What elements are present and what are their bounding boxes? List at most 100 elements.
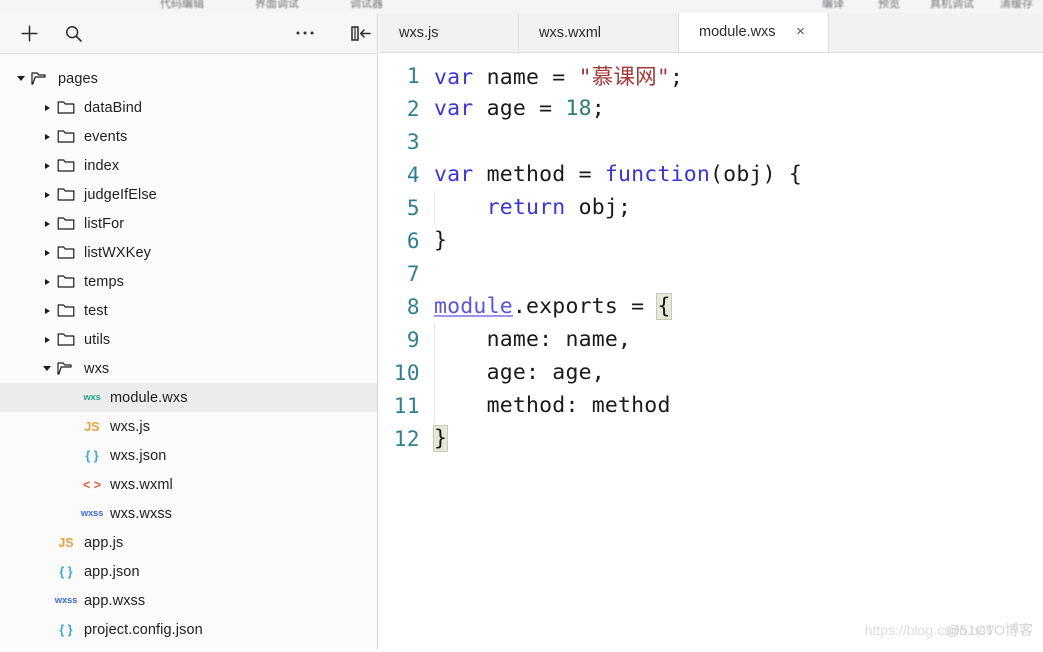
line-number: 3 [406,129,420,154]
file-type-label: wxss [54,595,78,606]
editor-tab-label: wxs.js [399,24,439,41]
folder-icon [56,129,76,145]
folder-icon [56,158,76,174]
tree-folder-row[interactable]: listWXKey [0,238,377,267]
code-line-text: age: age, [434,360,605,385]
menu-item[interactable]: 编译 [822,0,844,11]
folder-open-icon [56,361,76,377]
folder-icon [56,245,76,261]
editor-tab[interactable]: wxs.wxml [519,13,679,52]
editor-tab[interactable]: module.wxs × [679,13,829,52]
tree-item-label: pages [58,70,99,87]
tree-item-label: events [84,128,128,145]
code-token: function [604,162,711,187]
folder-icon [57,101,75,114]
tree-file-row[interactable]: { } app.json [0,557,377,586]
tree-folder-row[interactable]: judgeIfElse [0,180,377,209]
chevron-right-icon[interactable] [40,304,54,318]
tree-folder-row[interactable]: listFor [0,209,377,238]
top-menu-strip: 代码编辑 界面调试 调试器 编译 预览 真机调试 清缓存 [0,0,1043,13]
menu-item[interactable]: 界面调试 [255,0,299,11]
collapse-sidebar-button[interactable] [348,21,374,45]
folder-icon [57,130,75,143]
tree-file-row[interactable]: { } project.config.json [0,615,377,644]
json-file-icon: { } [56,622,76,638]
code-line: 12} [379,422,1043,455]
code-line: 4 var method = function(obj) { [379,158,1043,191]
code-token: "慕课网" [578,65,670,90]
code-line: 11 method: method [379,389,1043,422]
line-number: 7 [406,261,420,286]
folder-icon [57,217,75,230]
tree-folder-row[interactable]: test [0,296,377,325]
file-tree: pages dataBind events index judgeIfElse listF… [0,54,377,644]
tree-file-row[interactable]: { } wxs.json [0,441,377,470]
chevron-down-icon[interactable] [14,72,28,86]
code-token: 18 [565,96,592,121]
tree-folder-row[interactable]: pages [0,64,377,93]
chevron-right-icon[interactable] [40,217,54,231]
tree-file-row[interactable]: wxss wxs.wxss [0,499,377,528]
folder-icon [56,332,76,348]
file-type-label: wxss [80,508,104,519]
tree-folder-row[interactable]: utils [0,325,377,354]
code-line: 6} [379,224,1043,257]
editor-tab[interactable]: wxs.js [379,13,519,52]
tree-file-row[interactable]: < > wxs.wxml [0,470,377,499]
tree-item-label: module.wxs [110,389,188,406]
menu-item[interactable]: 清缓存 [1000,0,1033,11]
tree-folder-row[interactable]: dataBind [0,93,377,122]
tree-file-row[interactable]: wxss app.wxss [0,586,377,615]
file-type-label: JS [84,419,100,434]
chevron-down-icon[interactable] [40,362,54,376]
tree-folder-row[interactable]: temps [0,267,377,296]
tree-file-row[interactable]: JS wxs.js [0,412,377,441]
code-editor[interactable]: 1 var name = "慕课网"; 2 var age = 18; 3 4 var me… [379,53,1043,652]
code-line: 1 var name = "慕课网"; [379,59,1043,92]
tabbar-empty-space [829,13,1043,52]
more-options-button[interactable] [292,21,318,45]
file-type-label: { } [59,564,73,579]
close-tab-icon[interactable]: × [794,24,808,39]
code-line-text: module.exports = { [434,293,672,320]
chevron-right-icon[interactable] [40,188,54,202]
tree-file-row[interactable]: wxs module.wxs [0,383,377,412]
chevron-right-icon[interactable] [40,130,54,144]
code-token: method: method [434,393,671,418]
bracket-match-highlight: { [656,293,672,320]
code-line-text: var method = function(obj) { [434,162,802,187]
tree-item-label: listWXKey [84,244,151,261]
menu-item[interactable]: 预览 [878,0,900,11]
menu-item[interactable]: 调试器 [350,0,383,11]
chevron-right-icon[interactable] [40,246,54,260]
file-type-label: { } [59,622,73,637]
tree-file-row[interactable]: JS app.js [0,528,377,557]
more-horizontal-icon [296,31,314,35]
code-token: obj; [565,195,632,220]
code-line: 5 return obj; [379,191,1043,224]
code-line: 10 age: age, [379,356,1043,389]
line-number: 12 [393,426,420,451]
menu-item[interactable]: 真机调试 [930,0,974,11]
tree-item-label: app.js [84,534,124,551]
line-number: 2 [406,96,420,121]
code-token: var [434,96,487,121]
tree-item-label: index [84,157,120,174]
tree-folder-row[interactable]: index [0,151,377,180]
search-files-button[interactable] [60,21,86,45]
chevron-right-icon[interactable] [40,333,54,347]
menu-item[interactable]: 代码编辑 [160,0,204,11]
tree-folder-row[interactable]: events [0,122,377,151]
chevron-right-icon[interactable] [40,275,54,289]
line-number: 4 [406,162,420,187]
code-line: 3 [379,125,1043,158]
chevron-right-icon[interactable] [40,159,54,173]
tree-folder-row[interactable]: wxs [0,354,377,383]
code-token: name = [486,65,579,90]
add-file-button[interactable] [16,21,42,45]
chevron-right-icon[interactable] [40,101,54,115]
